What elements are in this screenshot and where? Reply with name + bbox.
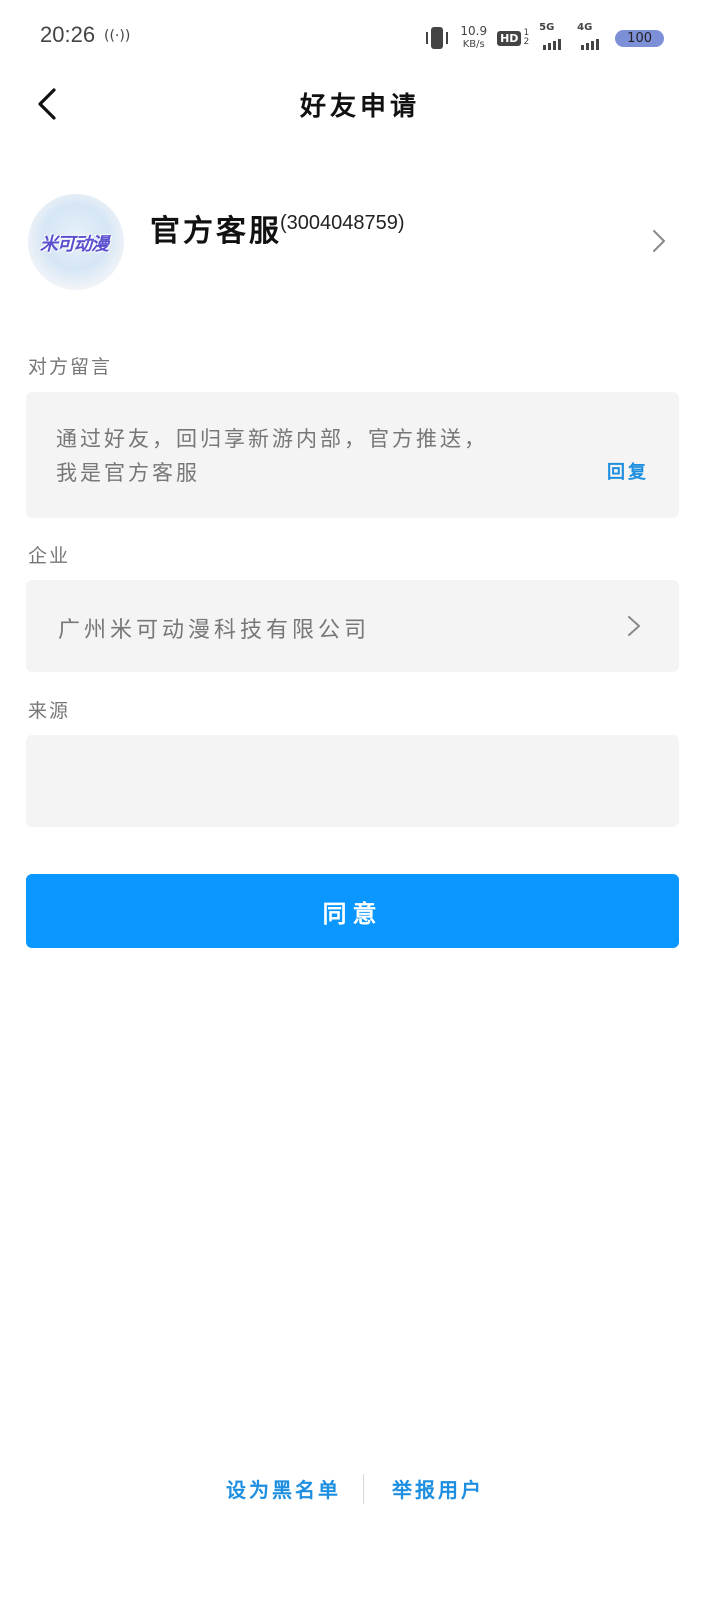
network-speed: 10.9 KB/s — [460, 25, 487, 51]
hd-badge: HD — [497, 30, 522, 46]
signal-5g-icon: 5G — [539, 22, 567, 50]
profile-id: (3004048759) — [280, 212, 405, 234]
company-card[interactable]: 广州米可动漫科技有限公司 — [26, 580, 679, 672]
message-card: 通过好友，回归享新游内部，官方推送， 我是官方客服 回复 — [26, 392, 679, 518]
company-name: 广州米可动漫科技有限公司 — [58, 618, 371, 643]
signal-5g-tag: 5G — [539, 22, 555, 33]
status-bar: 20:26 ((·)) 10.9 KB/s HD 1 2 5G 4G 100 — [0, 0, 720, 76]
message-text: 通过好友，回归享新游内部，官方推送， 我是官方客服 — [56, 422, 576, 490]
network-speed-value: 10.9 — [460, 24, 488, 38]
message-text-line1: 通过好友，回归享新游内部，官方推送， — [56, 427, 488, 451]
message-text-line2: 我是官方客服 — [56, 461, 200, 485]
nav-bar: 好友申请 — [0, 76, 720, 132]
vibrate-icon — [424, 27, 450, 49]
signal-4g-tag: 4G — [577, 22, 593, 33]
signal-4g-icon: 4G — [577, 22, 605, 50]
chevron-right-icon — [628, 616, 640, 636]
hd-icon: HD 1 2 — [497, 29, 529, 47]
status-time: 20:26 — [40, 22, 96, 47]
reply-button[interactable]: 回复 — [607, 458, 649, 484]
status-icons: 10.9 KB/s HD 1 2 5G 4G 100 — [424, 22, 664, 54]
hd-sub: 1 2 — [523, 29, 529, 47]
bottom-links: 设为黑名单 举报用户 — [0, 1472, 720, 1506]
source-card — [26, 735, 679, 827]
company-section-label: 企业 — [28, 545, 71, 567]
hotspot-icon: ((·)) — [104, 28, 131, 44]
avatar-logo-text: 米可动漫 — [40, 234, 109, 255]
profile-name: 官方客服 — [150, 214, 282, 249]
battery-icon: 100 — [615, 29, 664, 47]
network-speed-unit: KB/s — [462, 39, 485, 50]
source-section-label: 来源 — [28, 700, 71, 722]
profile-row[interactable]: 米可动漫 官方客服 (3004048759) — [0, 190, 720, 300]
page-title: 好友申请 — [299, 92, 420, 122]
report-user-button[interactable]: 举报用户 — [392, 1474, 484, 1503]
blacklist-button[interactable]: 设为黑名单 — [226, 1474, 341, 1503]
message-section-label: 对方留言 — [28, 356, 113, 378]
agree-button[interactable]: 同意 — [26, 874, 679, 948]
bottom-divider — [363, 1474, 364, 1504]
hd-sub-bottom: 2 — [523, 37, 530, 47]
avatar[interactable]: 米可动漫 — [28, 194, 124, 290]
chevron-right-icon — [653, 230, 665, 252]
